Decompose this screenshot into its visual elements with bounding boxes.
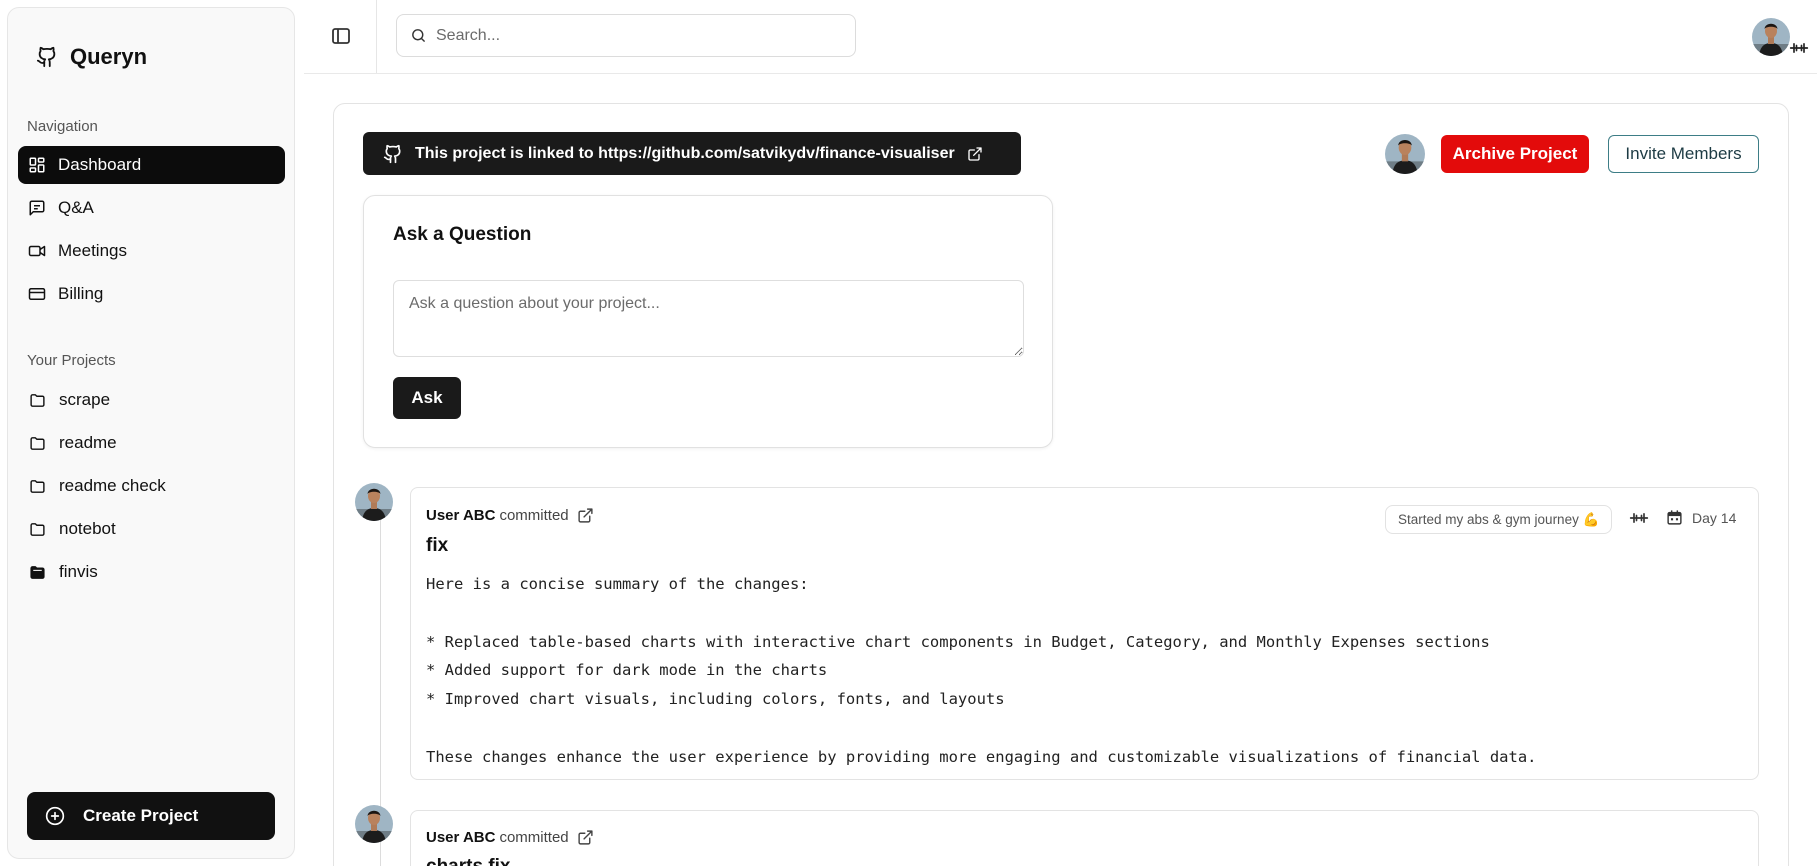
commit-title: fix [426,535,449,556]
sidebar-item-label: Dashboard [58,155,142,174]
repo-link[interactable]: https://github.com/satvikydv/finance-vis… [598,145,955,162]
dumbbell-icon [1629,510,1649,531]
project-item-label: readme [59,433,117,452]
ask-button[interactable]: Ask [393,377,461,419]
commit-author: User ABC [426,507,496,524]
sidebar-item-qa[interactable]: Q&A [18,189,285,227]
ask-question-card: Ask a Question Ask [363,195,1053,448]
sidebar-item-meetings[interactable]: Meetings [18,232,285,270]
folder-icon [30,393,45,407]
commit-author-avatar [355,483,393,526]
calendar-icon [1666,509,1683,531]
folder-filled-icon [30,565,45,579]
invite-members-button[interactable]: Invite Members [1608,135,1759,173]
linked-text: This project is linked to [415,144,594,162]
commit-action: committed [499,507,569,524]
question-textarea[interactable] [393,280,1024,357]
sidebar: Queryn Navigation Dashboard Q&A Meetings… [7,7,295,859]
project-item-notebot[interactable]: notebot [18,510,285,548]
external-link-icon[interactable] [577,829,594,846]
external-link-icon[interactable] [967,146,983,162]
sidebar-item-label: Billing [58,284,104,303]
project-item-label: scrape [59,390,111,409]
commit-card: User ABC committed fix Here is a concise… [410,487,1759,780]
navigation-label: Navigation [27,118,98,135]
project-item-label: finvis [59,562,98,581]
panel-left-icon [332,28,350,44]
project-item-readme[interactable]: readme [18,424,285,462]
sidebar-item-dashboard[interactable]: Dashboard [18,146,285,184]
search-icon [412,29,425,42]
app-name: Queryn [70,44,148,69]
sidebar-toggle-button[interactable] [329,24,353,48]
member-avatar[interactable] [1385,134,1425,179]
commit-author: User ABC [426,829,496,846]
ask-card-title: Ask a Question [393,224,532,245]
project-item-finvis[interactable]: finvis [18,553,285,591]
github-icon [383,144,401,163]
project-item-readme-check[interactable]: readme check [18,467,285,505]
commit-meta: User ABC committed [426,507,594,524]
projects-label: Your Projects [27,352,116,369]
user-avatar[interactable] [1752,18,1790,61]
topbar-divider [376,0,377,74]
commit-action: committed [499,829,569,846]
brand[interactable]: Queryn [36,44,147,70]
video-icon [28,245,46,257]
create-project-button[interactable]: Create Project [27,792,275,840]
commit-card: User ABC committed charts fix [410,810,1759,866]
day-counter: Day 14 [1692,510,1737,526]
commit-author-avatar [355,805,393,848]
plus-circle-icon [45,806,65,826]
project-item-scrape[interactable]: scrape [18,381,285,419]
search-box [396,14,856,57]
search-input[interactable] [436,26,836,45]
github-icon [36,46,56,68]
commit-title: charts fix [426,856,510,866]
project-item-label: notebot [59,519,116,538]
commit-meta: User ABC committed [426,829,594,846]
topbar-bottom-border [304,73,1817,74]
dashboard-icon [29,157,45,173]
project-item-label: readme check [59,476,166,495]
sidebar-item-label: Meetings [58,241,127,260]
folder-icon [30,522,45,536]
folder-icon [30,479,45,493]
folder-icon [30,436,45,450]
create-project-label: Create Project [83,806,199,825]
dumbbell-icon [1789,40,1809,61]
archive-project-button[interactable]: Archive Project [1441,135,1589,173]
external-link-icon[interactable] [577,507,594,524]
sidebar-item-label: Q&A [58,198,94,217]
credit-card-icon [28,288,46,300]
linked-repo-banner: This project is linked to https://github… [363,132,1021,175]
status-badge: Started my abs & gym journey 💪 [1385,505,1613,534]
chat-icon [29,200,45,216]
sidebar-item-billing[interactable]: Billing [18,275,285,313]
commit-summary: Here is a concise summary of the changes… [426,575,1537,766]
